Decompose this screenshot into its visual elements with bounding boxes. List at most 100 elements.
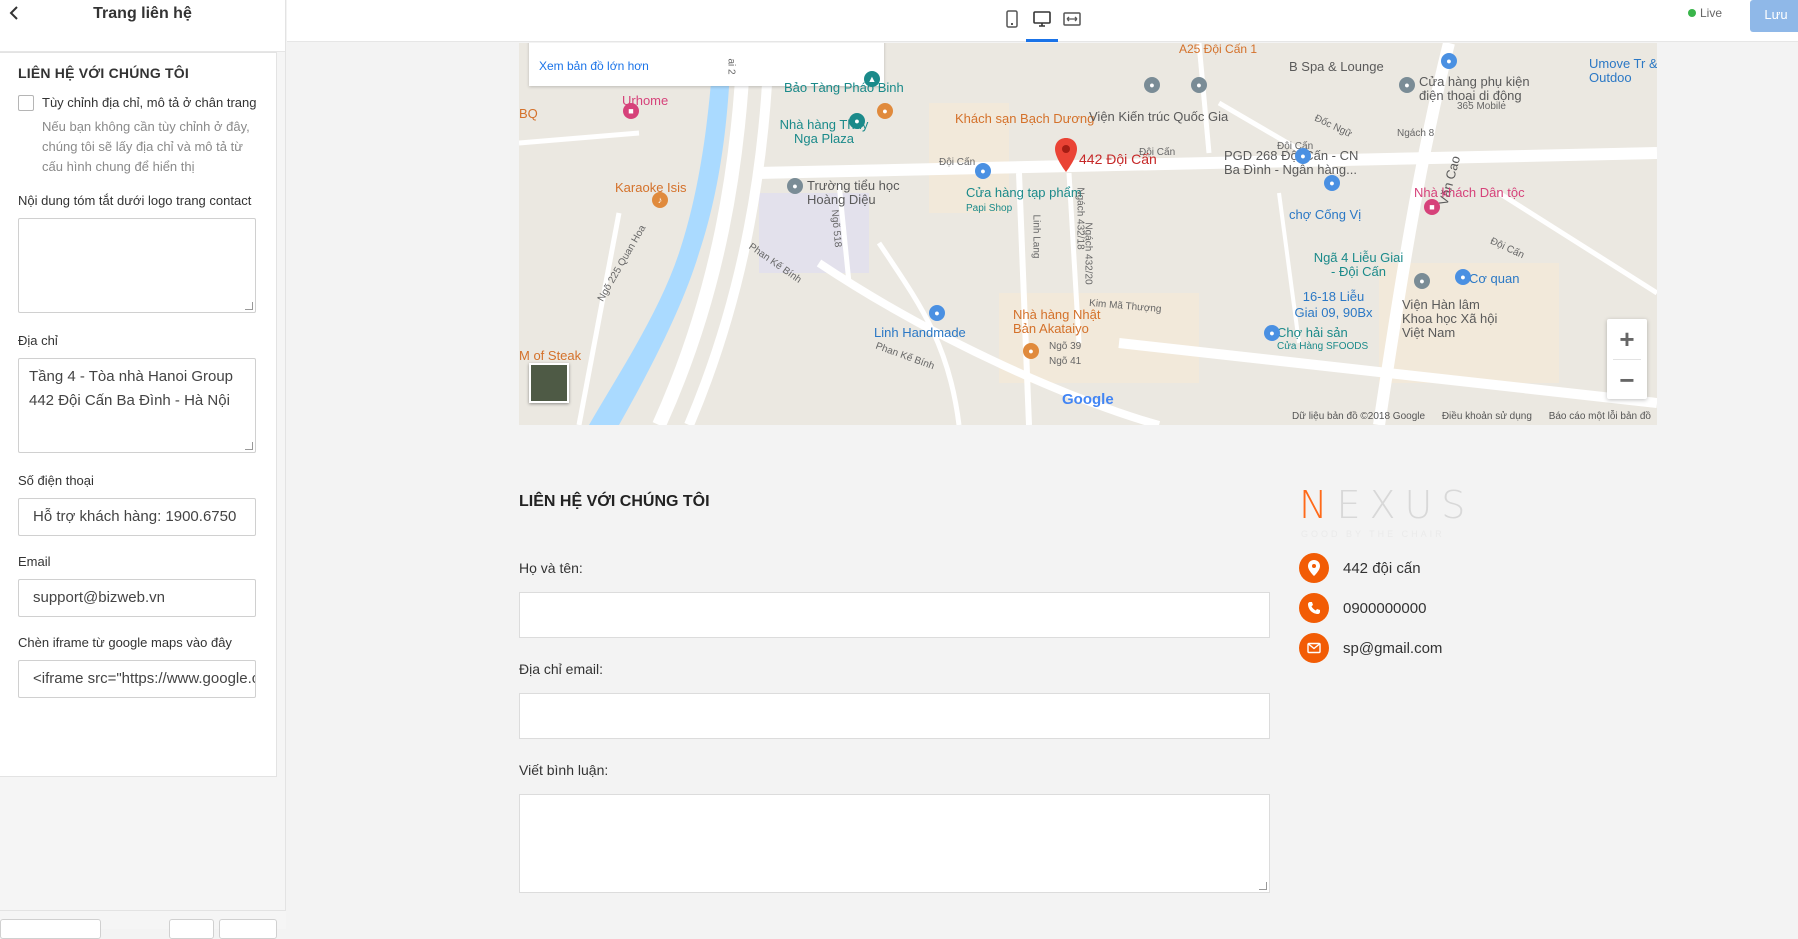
- logo-text: EXUS: [1336, 483, 1475, 527]
- logo-tagline: GOOD BY THE CHAIR: [1301, 529, 1445, 539]
- map-data-credit: Dữ liệu bản đồ ©2018 Google: [1292, 411, 1426, 422]
- email-label: Địa chỉ email:: [519, 661, 604, 677]
- address-label: Địa chỉ: [18, 333, 58, 348]
- map-label-ngo41: Ngõ 41: [1049, 356, 1082, 367]
- map-label-sfoods: Cửa Hàng SFOODS: [1277, 341, 1369, 352]
- email-input[interactable]: [519, 693, 1270, 739]
- map-label-ngach432-20: Ngách 432/20: [1082, 222, 1094, 285]
- nexus-logo: NEXUS: [1299, 483, 1474, 527]
- footer-button-left[interactable]: [0, 919, 101, 939]
- landmark-icon[interactable]: ●: [1144, 77, 1160, 93]
- contact-form-title: LIÊN HỆ VỚI CHÚNG TÔI: [519, 493, 710, 510]
- landmark-icon[interactable]: ●: [1399, 77, 1415, 93]
- map-label-steak: M of Steak: [519, 348, 582, 363]
- map-terms-link[interactable]: Điều khoản sử dụng: [1442, 411, 1532, 422]
- comment-textarea[interactable]: [519, 794, 1270, 893]
- zoom-in-button[interactable]: +: [1607, 319, 1647, 359]
- map-label-linhhandmade: Linh Handmade: [874, 325, 966, 340]
- map-label-ngo2: ai 2: [725, 58, 737, 75]
- map-label-akatai: Nhà hàng Nhật Bản Akataiyo: [1013, 307, 1101, 336]
- larger-map-link[interactable]: Xem bản đồ lớn hơn: [539, 59, 649, 73]
- device-desktop-button[interactable]: [1026, 4, 1058, 42]
- map-label-bachduong: Khách sạn Bạch Dương: [955, 111, 1095, 126]
- map-zoom-controls: + −: [1607, 319, 1647, 399]
- save-button[interactable]: Lưu: [1750, 0, 1798, 32]
- comment-label: Viết bình luận:: [519, 762, 609, 778]
- market-icon[interactable]: ●: [1324, 175, 1340, 191]
- shop-icon[interactable]: ●: [975, 163, 991, 179]
- restaurant-icon[interactable]: ●: [1023, 343, 1039, 359]
- info-phone-row: 0900000000: [1299, 593, 1426, 623]
- sidebar-title: Trang liên hệ: [93, 5, 192, 22]
- map-label-papi: Cửa hàng tạp phẩm: [966, 185, 1082, 200]
- info-address-row: 442 đội cấn: [1299, 553, 1421, 583]
- google-logo: Google: [1062, 391, 1114, 408]
- landmark-icon[interactable]: ●: [1191, 77, 1207, 93]
- landmark-icon[interactable]: ●: [1414, 273, 1430, 289]
- address-textarea[interactable]: Tầng 4 - Tòa nhà Hanoi Group 442 Đội Cấn…: [18, 358, 256, 453]
- government-icon[interactable]: ●: [1455, 269, 1471, 285]
- map-label-kientruc: Viện Kiến trúc Quốc Gia: [1089, 109, 1229, 124]
- restaurant-icon[interactable]: ●: [849, 113, 865, 129]
- school-icon[interactable]: ●: [787, 178, 803, 194]
- map-label-karaoke: Karaoke Isis: [615, 180, 687, 195]
- map-label-ngo39: Ngõ 39: [1049, 341, 1082, 352]
- sidebar-header: Trang liên hệ: [0, 0, 285, 52]
- summary-textarea[interactable]: [18, 218, 256, 313]
- karaoke-icon[interactable]: ♪: [652, 192, 668, 208]
- bank-icon[interactable]: ●: [1295, 148, 1311, 164]
- map-attribution: Dữ liệu bản đồ ©2018 Google Điều khoản s…: [1278, 411, 1651, 422]
- map-label-ngach8: Ngách 8: [1397, 128, 1435, 139]
- info-address: 442 đội cấn: [1343, 559, 1421, 577]
- map-label-doican-1: Đội Cấn: [939, 157, 976, 168]
- map-label-bbq: BQ: [519, 106, 538, 121]
- mobile-icon: [1006, 10, 1018, 28]
- hotel-icon[interactable]: ■: [623, 103, 639, 119]
- live-dot-icon: [1687, 9, 1696, 17]
- shop-icon[interactable]: ●: [1264, 325, 1280, 341]
- custom-address-checkbox[interactable]: [18, 95, 34, 111]
- preview-canvas: Xem bản đồ lớn hơn A25 Đội Cấn 1 B Spa &…: [287, 43, 1798, 929]
- custom-address-checkbox-label: Tùy chỉnh địa chỉ, mô tả ở chân trang: [42, 95, 257, 110]
- restaurant-icon[interactable]: ●: [877, 103, 893, 119]
- map-label-nga4: Ngã 4 Liễu Giai - Đội Cấn: [1313, 250, 1404, 279]
- iframe-input[interactable]: <iframe src="https://www.google.com/maps…: [18, 660, 256, 698]
- zoom-out-button[interactable]: −: [1607, 360, 1647, 400]
- summary-label: Nội dung tóm tắt dưới logo trang contact: [18, 193, 252, 208]
- shop-icon[interactable]: ●: [929, 305, 945, 321]
- name-label: Họ và tên:: [519, 560, 583, 576]
- satellite-toggle[interactable]: [529, 363, 569, 403]
- map-label-umove: Umove Tr & Outdoo: [1589, 56, 1657, 85]
- map-label-baotang: Bảo Tàng Pháo Binh: [784, 80, 904, 95]
- custom-address-help: Nếu bạn không cần tùy chỉnh ở đây, chúng…: [42, 119, 250, 174]
- map-label-congvi: chợ Cống Vị: [1289, 207, 1362, 222]
- section-title: LIÊN HỆ VỚI CHÚNG TÔI: [18, 65, 189, 81]
- footer-button-right[interactable]: [219, 919, 277, 939]
- email-label: Email: [18, 554, 51, 569]
- iframe-label: Chèn iframe từ google maps vào đây: [18, 635, 232, 650]
- device-fullwidth-button[interactable]: [1057, 4, 1087, 34]
- info-email-row: sp@gmail.com: [1299, 633, 1442, 663]
- map-label-lieugiai: 16-18 Liễu Giai 09, 90Bx: [1294, 289, 1373, 320]
- map-label-bspa: B Spa & Lounge: [1289, 59, 1384, 74]
- map-report-link[interactable]: Báo cáo một lỗi bản đồ: [1549, 411, 1651, 422]
- phone-input[interactable]: Hỗ trợ khách hàng: 1900.6750: [18, 498, 256, 536]
- map-label-a25: A25 Đội Cấn 1: [1179, 43, 1258, 56]
- name-input[interactable]: [519, 592, 1270, 638]
- map-pin-icon[interactable]: [1055, 138, 1077, 172]
- custom-address-option[interactable]: Tùy chỉnh địa chỉ, mô tả ở chân trang: [18, 93, 258, 113]
- map-label-linhlang: Linh Lang: [1030, 214, 1042, 259]
- google-map[interactable]: Xem bản đồ lớn hơn A25 Đội Cấn 1 B Spa &…: [519, 43, 1657, 425]
- museum-icon[interactable]: ▲: [864, 71, 880, 87]
- email-input[interactable]: support@bizweb.vn: [18, 579, 256, 617]
- hotel-icon[interactable]: ■: [1424, 199, 1440, 215]
- preview-topbar: Live Lưu: [287, 0, 1798, 42]
- footer-button-mid[interactable]: [169, 919, 214, 939]
- map-pin-icon: [1299, 553, 1329, 583]
- shopping-icon[interactable]: ●: [1441, 53, 1457, 69]
- info-email[interactable]: sp@gmail.com: [1343, 640, 1442, 657]
- desktop-icon: [1033, 11, 1051, 27]
- info-phone[interactable]: 0900000000: [1343, 600, 1426, 617]
- logo-letter: N: [1299, 483, 1337, 527]
- device-mobile-button[interactable]: [997, 4, 1027, 34]
